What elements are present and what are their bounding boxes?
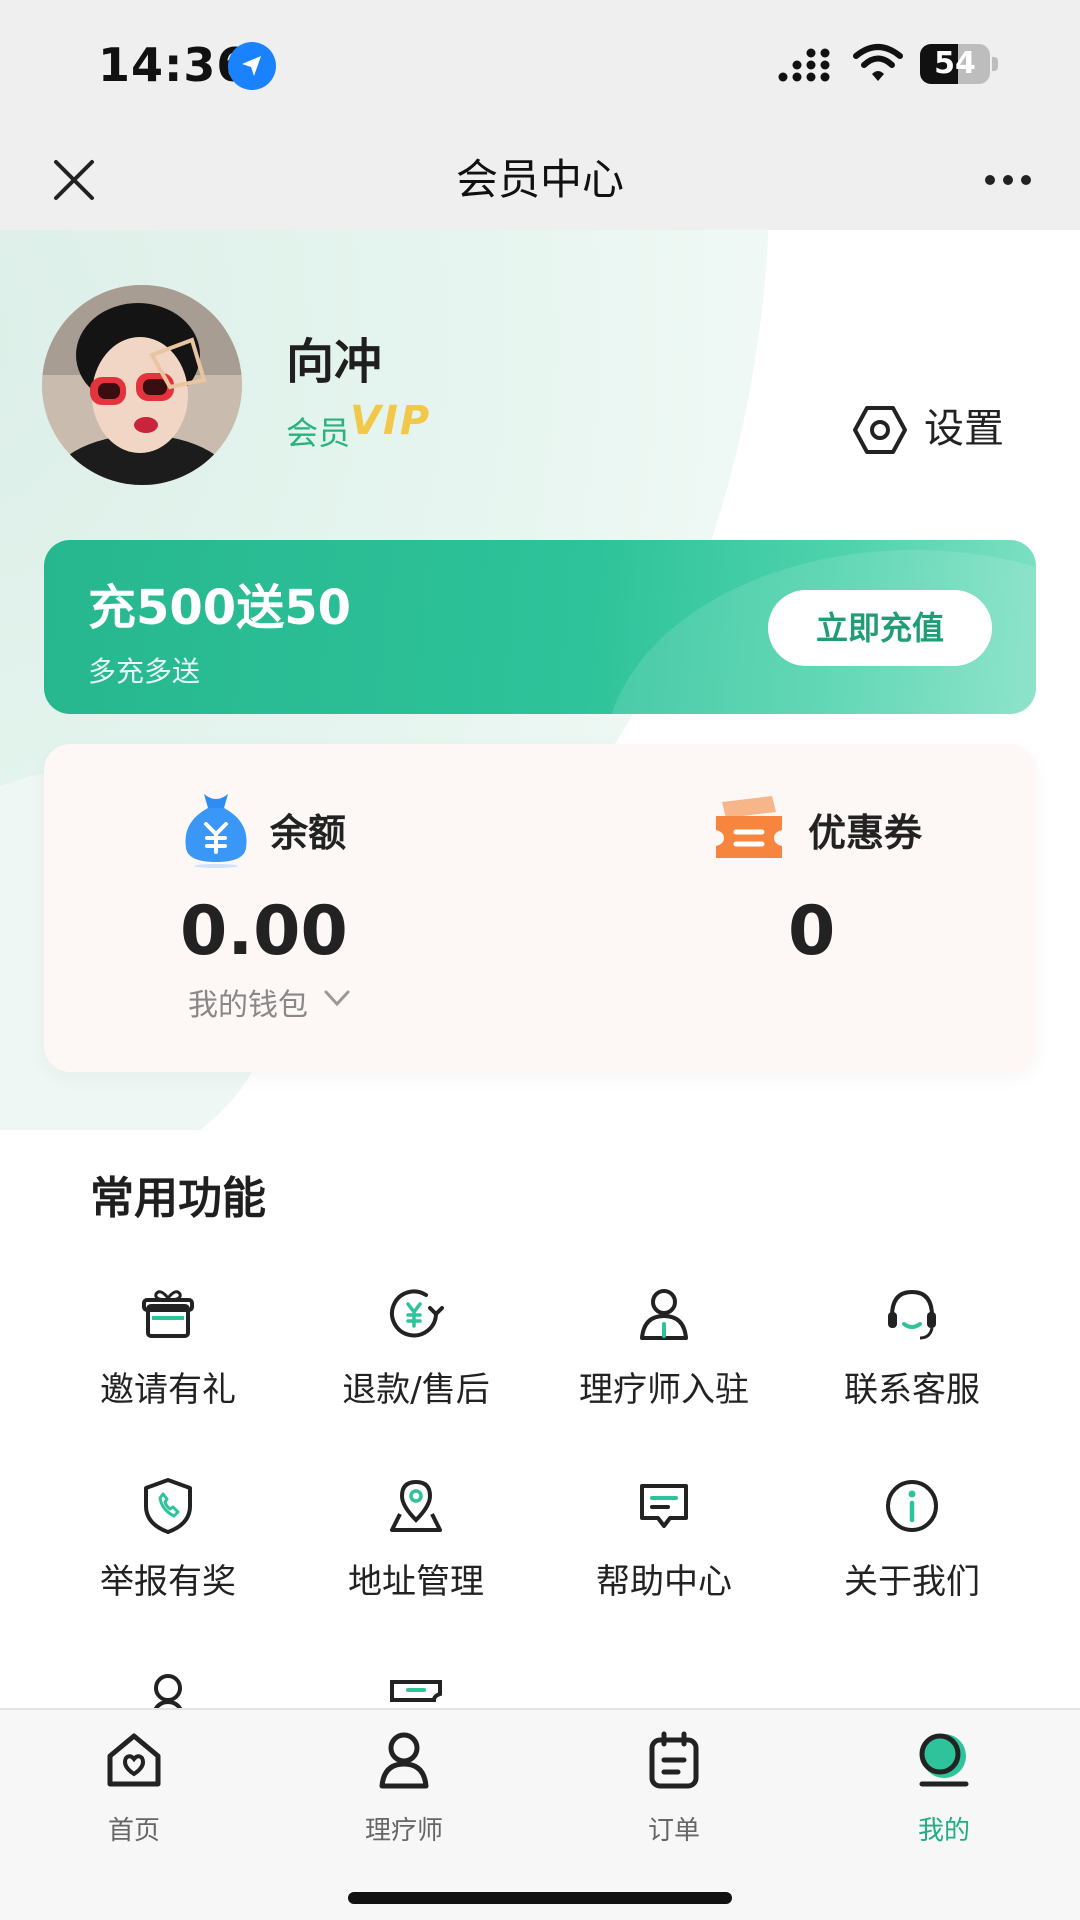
page-title: 会员中心: [455, 155, 624, 204]
coupon-label: 优惠券: [808, 811, 923, 855]
nav-bar: 会员中心: [0, 130, 1080, 230]
vip-badge: VIP: [350, 398, 432, 444]
ticket-outline-icon[interactable]: [386, 1670, 446, 1710]
tab-orders-label: 订单: [647, 1816, 700, 1846]
balance-value: 0.00: [180, 892, 348, 971]
info-icon: [886, 1480, 938, 1532]
therapist-join-label: 理疗师入驻: [579, 1370, 749, 1410]
person-icon: [379, 1732, 429, 1789]
report-reward-item[interactable]: 举报有奖: [44, 1476, 292, 1636]
therapist-join-item[interactable]: 理疗师入驻: [540, 1284, 788, 1444]
tab-mine-label: 我的: [917, 1816, 970, 1846]
cellular-signal-icon: [778, 48, 830, 82]
wallet-card: 余额 0.00 我的钱包 优惠券 0: [44, 744, 1036, 1072]
gift-icon: [142, 1290, 194, 1338]
member-label: 会员: [286, 414, 351, 452]
location-icon: [390, 1479, 442, 1532]
close-icon[interactable]: [44, 150, 104, 210]
username: 向冲: [286, 334, 383, 390]
coupon-value: 0: [788, 892, 836, 971]
about-us-item[interactable]: 关于我们: [788, 1476, 1036, 1636]
order-icon: [649, 1731, 699, 1789]
my-wallet-link[interactable]: 我的钱包: [188, 980, 308, 1024]
address-manage-item[interactable]: 地址管理: [292, 1476, 540, 1636]
tab-orders[interactable]: 订单: [584, 1728, 764, 1858]
status-time: 14:36: [98, 38, 250, 92]
settings-hexagon-icon: [853, 406, 907, 454]
bottom-tab-bar: 首页 理疗师 订单 我的: [0, 1708, 1080, 1920]
contact-service-label: 联系客服: [844, 1370, 980, 1410]
chevron-down-icon[interactable]: [322, 986, 352, 1010]
functions-row-partial: [0, 1660, 1080, 1710]
address-manage-label: 地址管理: [348, 1562, 484, 1602]
person-outline-icon[interactable]: [138, 1668, 198, 1710]
help-center-label: 帮助中心: [596, 1562, 732, 1602]
contact-service-item[interactable]: 联系客服: [788, 1284, 1036, 1444]
about-us-label: 关于我们: [844, 1562, 980, 1602]
invite-gift-item[interactable]: 邀请有礼: [44, 1284, 292, 1444]
refund-aftersale-label: 退款/售后: [342, 1370, 490, 1410]
tab-home-label: 首页: [107, 1816, 160, 1846]
promo-subtitle: 多充多送: [88, 655, 201, 688]
battery-percent: 54: [934, 46, 976, 81]
money-bag-icon: [185, 794, 247, 868]
shield-phone-icon: [144, 1478, 192, 1534]
refund-aftersale-item[interactable]: 退款/售后: [292, 1284, 540, 1444]
report-reward-label: 举报有奖: [100, 1562, 236, 1602]
settings-button[interactable]: 设置: [852, 398, 1012, 460]
therapist-icon: [640, 1289, 688, 1340]
balance-label: 余额: [270, 811, 347, 855]
headset-icon: [888, 1289, 936, 1340]
home-indicator: [348, 1892, 732, 1904]
profile-icon: [919, 1733, 969, 1787]
home-icon: [107, 1733, 161, 1787]
common-functions-title: 常用功能: [90, 1173, 266, 1224]
tab-home[interactable]: 首页: [44, 1728, 224, 1858]
location-arrow-icon: [228, 42, 276, 90]
tab-therapist-label: 理疗师: [364, 1816, 443, 1846]
promo-title: 充500送50: [88, 580, 351, 636]
message-icon: [640, 1484, 688, 1528]
tab-mine[interactable]: 我的: [854, 1728, 1034, 1858]
avatar[interactable]: [42, 285, 242, 485]
tab-therapist[interactable]: 理疗师: [314, 1728, 494, 1858]
status-bar: 14:36 54: [0, 0, 1080, 130]
coupon-ticket-icon: [716, 796, 782, 858]
help-center-item[interactable]: 帮助中心: [540, 1476, 788, 1636]
wifi-icon: [853, 44, 903, 81]
recharge-promo-banner[interactable]: 充500送50 多充多送 立即充值: [44, 540, 1036, 714]
more-options-icon[interactable]: [976, 150, 1040, 210]
recharge-now-button[interactable]: 立即充值: [768, 590, 992, 666]
settings-label: 设置: [924, 406, 1004, 452]
invite-gift-label: 邀请有礼: [100, 1370, 236, 1410]
refund-icon: [390, 1289, 444, 1338]
battery-indicator: 54: [920, 44, 998, 84]
